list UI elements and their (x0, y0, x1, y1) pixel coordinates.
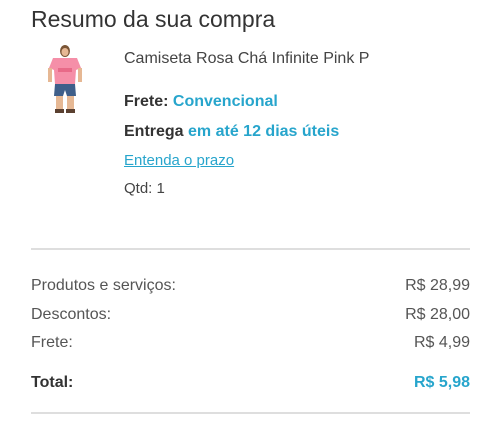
summary-row-shipping: Frete: R$ 4,99 (31, 334, 470, 352)
total-label: Total: (31, 374, 74, 391)
summary-value: R$ 28,00 (405, 306, 470, 323)
summary-row-discounts: Descontos: R$ 28,00 (31, 306, 470, 324)
product-image[interactable] (41, 44, 89, 114)
summary-value: R$ 28,99 (405, 277, 470, 294)
divider (31, 412, 470, 414)
understand-deadline-link[interactable]: Entenda o prazo (124, 152, 234, 169)
summary-row-total: Total: R$ 5,98 (31, 374, 470, 392)
summary-label: Descontos: (31, 306, 112, 323)
total-value: R$ 5,98 (413, 374, 470, 391)
summary-value: R$ 4,99 (413, 334, 470, 351)
quantity: Qtd: 1 (124, 180, 165, 197)
summary-label: Frete: (31, 334, 73, 351)
shipping-label: Frete: (124, 93, 169, 110)
divider (31, 248, 470, 250)
delivery-label: Entrega (124, 123, 184, 140)
delivery-estimate: Entrega em até 12 dias úteis (124, 123, 339, 141)
summary-label: Produtos e serviços: (31, 277, 176, 294)
page-title: Resumo da sua compra (31, 6, 276, 32)
shipping-value: Convencional (172, 93, 278, 110)
shipping-method: Frete: Convencional (124, 93, 278, 111)
delivery-value: em até 12 dias úteis (188, 123, 340, 140)
product-name[interactable]: Camiseta Rosa Chá Infinite Pink P (124, 50, 369, 68)
summary-row-products: Produtos e serviços: R$ 28,99 (31, 277, 470, 295)
